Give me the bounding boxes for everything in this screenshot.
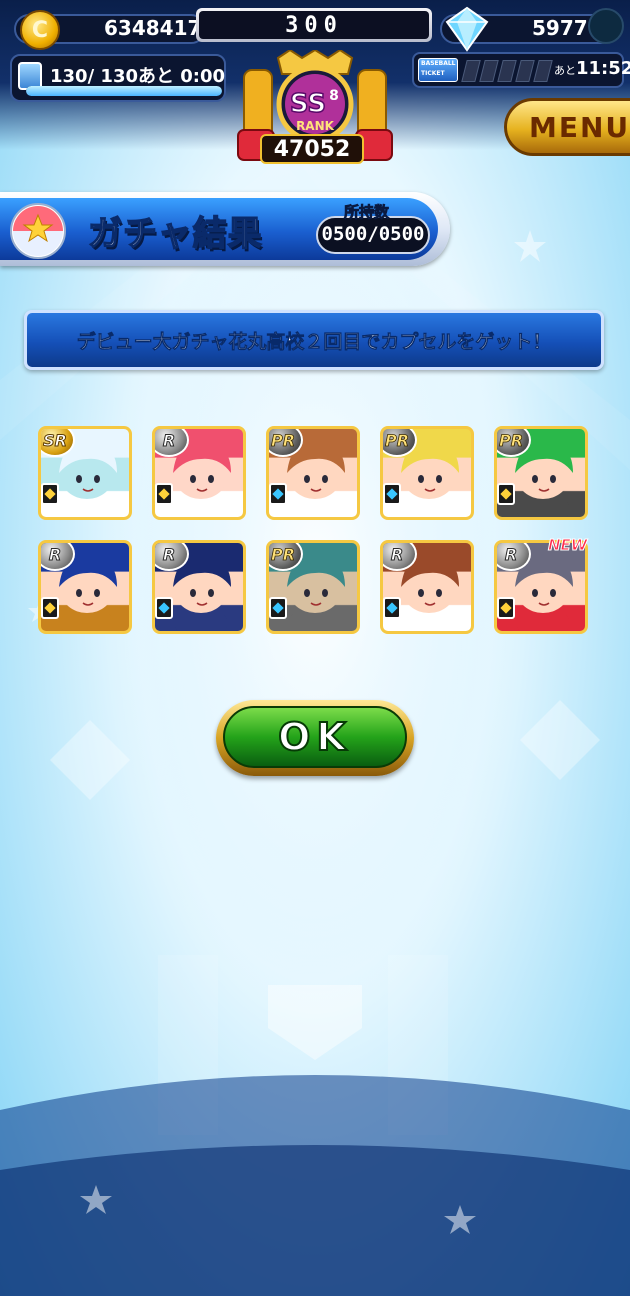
result-card[interactable]: PR	[380, 426, 474, 520]
new-badge: NEW	[547, 536, 588, 555]
card-type-diamond-icon	[383, 597, 401, 619]
coin-icon: C	[20, 10, 60, 50]
ticket-meter: BASEBALL TICKET あと11:52	[412, 52, 630, 88]
card-type-diamond-icon	[269, 483, 287, 505]
card-type-diamond-icon	[497, 483, 515, 505]
page-title: ガチャ結果	[87, 213, 263, 255]
result-card[interactable]: PR	[494, 426, 588, 520]
ok-button-label: OK	[277, 714, 352, 760]
card-type-diamond-icon	[383, 483, 401, 505]
owned-count-value: 0500/0500	[321, 223, 425, 245]
baseball-ticket-icon: BASEBALL TICKET	[418, 58, 458, 82]
gem-value: 5977	[532, 16, 588, 40]
menu-button[interactable]: MENU	[504, 98, 630, 156]
rank-number: 8	[329, 88, 339, 104]
result-card[interactable]: R	[494, 540, 588, 634]
result-card[interactable]: R	[152, 426, 246, 520]
stamina-bar-fill	[26, 86, 222, 96]
stamina-bar	[26, 86, 222, 96]
card-type-diamond-icon	[155, 597, 173, 619]
center-counter: 300	[196, 8, 432, 42]
card-type-diamond-icon	[155, 483, 173, 505]
stamina-meter: 130/ 130あと 0:00	[10, 54, 226, 102]
rank-label: RANK	[296, 119, 335, 133]
gem-shop-icon[interactable]	[588, 8, 624, 44]
stamina-text: 130/ 130あと 0:00	[50, 66, 226, 87]
owned-count-label: 所持数	[344, 203, 390, 222]
ok-button[interactable]: OK	[216, 700, 414, 776]
coin-value: 6348417	[104, 16, 202, 40]
result-card[interactable]: PR	[266, 540, 360, 634]
result-card[interactable]: PR	[266, 426, 360, 520]
diamond-icon	[445, 6, 489, 52]
ticket-timer: あと11:52	[554, 58, 630, 79]
card-type-diamond-icon	[41, 597, 59, 619]
result-message: デビュー大ガチャ花丸高校２回目でカプセルをゲット！	[76, 330, 552, 353]
result-card[interactable]: SR	[38, 426, 132, 520]
card-type-diamond-icon	[497, 597, 515, 619]
result-message-banner: デビュー大ガチャ花丸高校２回目でカプセルをゲット！	[24, 310, 604, 370]
capsule-icon	[10, 203, 66, 259]
result-card[interactable]: R	[152, 540, 246, 634]
center-counter-value: 300	[199, 11, 429, 39]
result-card[interactable]: R	[38, 540, 132, 634]
card-type-diamond-icon	[269, 597, 287, 619]
rank-points: 47052	[260, 134, 364, 164]
ok-button-face[interactable]: OK	[223, 706, 407, 768]
result-card[interactable]: R	[380, 540, 474, 634]
card-type-diamond-icon	[41, 483, 59, 505]
ticket-slots	[461, 60, 553, 82]
rank-letters: SS	[290, 89, 326, 119]
